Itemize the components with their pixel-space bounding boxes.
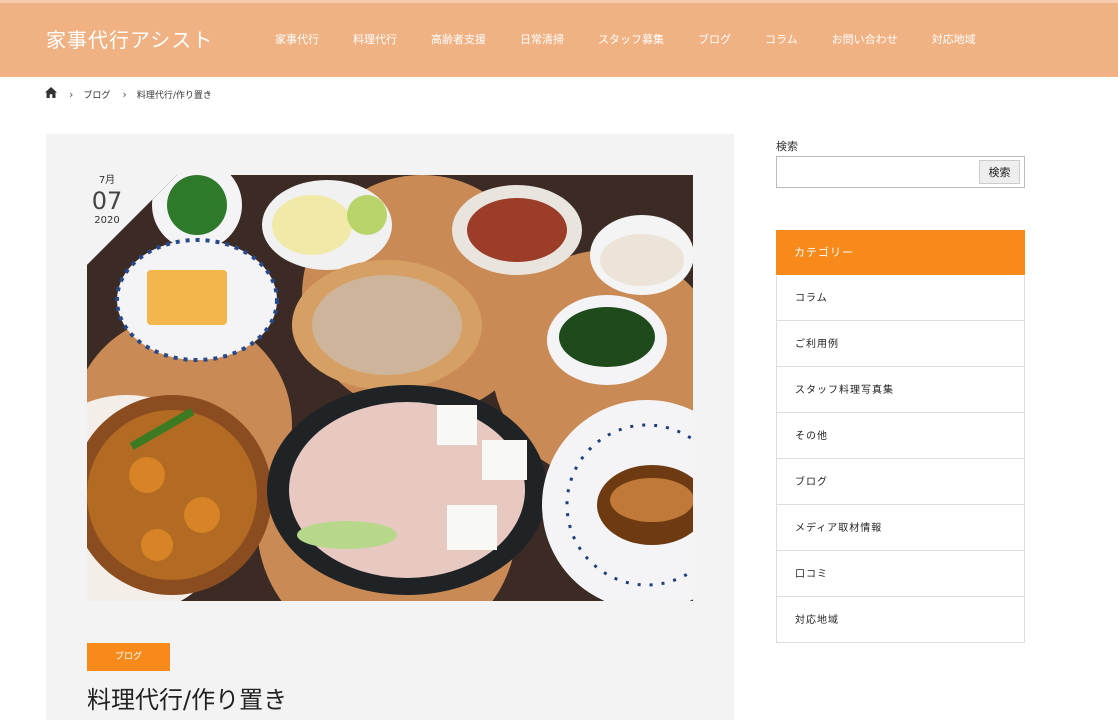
search-input[interactable] [779, 159, 979, 185]
post-date: 7月 07 2020 [87, 175, 167, 255]
home-icon[interactable] [45, 87, 57, 101]
category-link-column[interactable]: コラム [777, 276, 1024, 321]
breadcrumb-item-blog[interactable]: ブログ [83, 88, 110, 101]
post-date-year: 2020 [94, 215, 120, 226]
nav-item-cooking[interactable]: 料理代行 [336, 28, 414, 52]
category-widget: カテゴリー コラム ご利用例 スタッフ料理写真集 その他 ブログ メディア取材情… [776, 230, 1025, 643]
breadcrumb-current: 料理代行/作り置き [136, 90, 212, 101]
list-item: メディア取材情報 [777, 506, 1024, 551]
nav-item-housekeeping[interactable]: 家事代行 [258, 28, 336, 52]
search-label: 検索 [776, 140, 798, 153]
list-item: 口コミ [777, 552, 1024, 597]
site-header: 家事代行アシスト 家事代行 料理代行 高齢者支援 日常清掃 スタッフ募集 ブログ… [0, 0, 1118, 77]
category-link-area[interactable]: 対応地域 [777, 598, 1024, 643]
chevron-right-icon: › [122, 87, 127, 101]
post-category-badge[interactable]: ブログ [87, 643, 170, 671]
nav-item-area[interactable]: 対応地域 [915, 28, 993, 52]
post-date-month: 7月 [98, 175, 116, 186]
category-link-blog[interactable]: ブログ [777, 460, 1024, 505]
category-widget-title: カテゴリー [776, 230, 1025, 275]
category-link-reviews[interactable]: 口コミ [777, 552, 1024, 597]
post-title: 料理代行/作り置き [87, 686, 288, 714]
chevron-right-icon: › [69, 87, 74, 101]
list-item: ブログ [777, 460, 1024, 505]
search-form: 検索 [776, 156, 1025, 188]
header-top-line [0, 0, 1118, 3]
category-link-staff-photos[interactable]: スタッフ料理写真集 [777, 368, 1024, 413]
category-list: コラム ご利用例 スタッフ料理写真集 その他 ブログ メディア取材情報 口コミ … [776, 276, 1025, 643]
nav-item-daily-cleaning[interactable]: 日常清掃 [503, 28, 581, 52]
article-card: 7月 07 2020 ブログ 料理代行/作り置き [46, 134, 734, 720]
breadcrumb: › ブログ › 料理代行/作り置き [45, 86, 212, 102]
nav-item-column[interactable]: コラム [748, 28, 815, 52]
nav-item-blog[interactable]: ブログ [681, 28, 748, 52]
list-item: その他 [777, 414, 1024, 459]
list-item: スタッフ料理写真集 [777, 368, 1024, 413]
nav-item-recruit[interactable]: スタッフ募集 [581, 28, 681, 52]
category-link-use-cases[interactable]: ご利用例 [777, 322, 1024, 367]
category-link-media[interactable]: メディア取材情報 [777, 506, 1024, 551]
site-title[interactable]: 家事代行アシスト [46, 27, 213, 53]
list-item: ご利用例 [777, 322, 1024, 367]
search-button[interactable]: 検索 [979, 160, 1020, 184]
post-date-day: 07 [91, 187, 123, 215]
global-nav: 家事代行 料理代行 高齢者支援 日常清掃 スタッフ募集 ブログ コラム お問い合… [258, 28, 993, 52]
post-featured-image [87, 175, 693, 601]
category-link-other[interactable]: その他 [777, 414, 1024, 459]
nav-item-elderly-support[interactable]: 高齢者支援 [414, 28, 503, 52]
list-item: 対応地域 [777, 598, 1024, 643]
list-item: コラム [777, 276, 1024, 321]
nav-item-contact[interactable]: お問い合わせ [815, 28, 915, 52]
